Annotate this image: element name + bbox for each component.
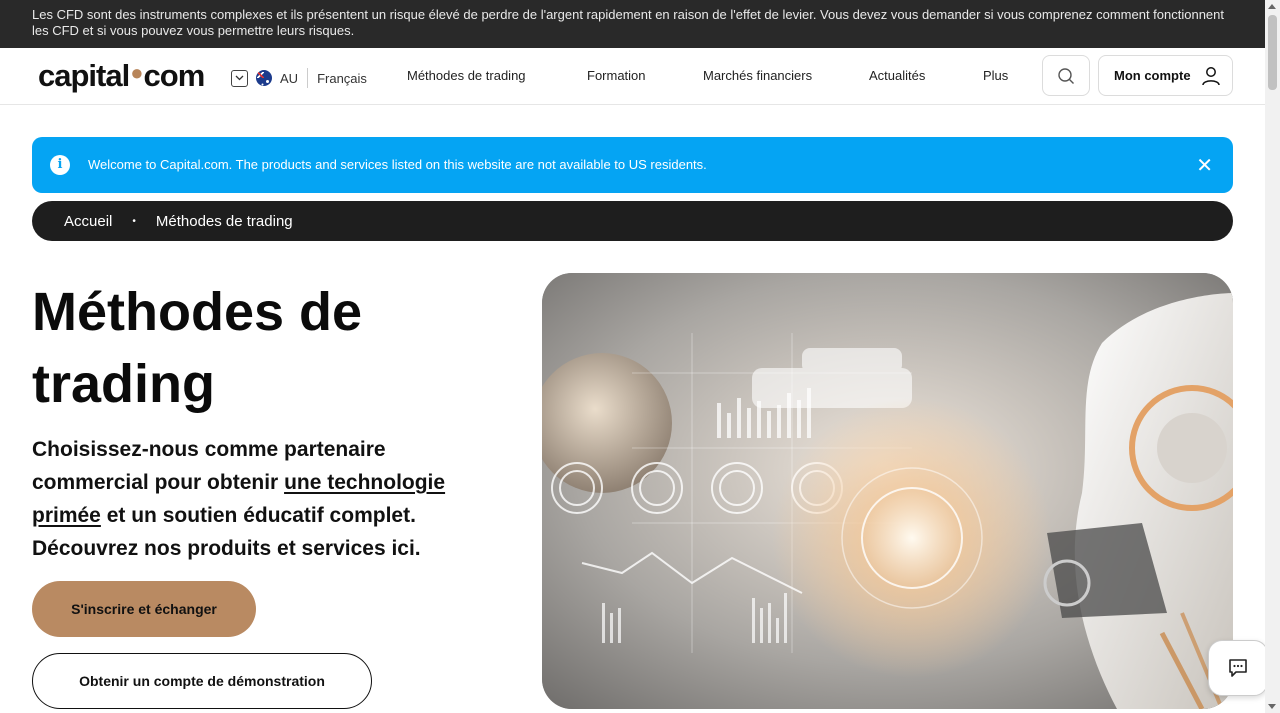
user-icon (1201, 66, 1220, 85)
logo[interactable]: capital●com (38, 58, 206, 94)
account-label: Mon compte (1114, 68, 1191, 83)
search-button[interactable] (1042, 55, 1090, 96)
demo-account-button[interactable]: Obtenir un compte de démonstration (32, 653, 372, 709)
us-residents-banner: i Welcome to Capital.com. The products a… (32, 137, 1233, 193)
risk-warning-bar: Les CFD sont des instruments complexes e… (0, 0, 1265, 48)
signup-button[interactable]: S'inscrire et échanger (32, 581, 256, 637)
account-button[interactable]: Mon compte (1098, 55, 1233, 96)
page-title: Méthodes de trading (32, 282, 363, 414)
info-icon: i (50, 155, 70, 175)
logo-dot: ● (130, 60, 143, 85)
language-selector[interactable]: Français (317, 71, 367, 86)
nav-formation[interactable]: Formation (587, 68, 646, 83)
scroll-thumb[interactable] (1268, 15, 1277, 90)
breadcrumb-home[interactable]: Accueil (64, 213, 112, 230)
hero-subtitle: Choisissez-nous comme partenaire commerc… (32, 433, 502, 565)
region-selector[interactable]: AU Français (231, 68, 367, 88)
breadcrumb-separator: • (132, 215, 136, 227)
scroll-down-icon[interactable] (1268, 704, 1276, 709)
chevron-down-icon[interactable] (231, 69, 248, 87)
chat-button[interactable] (1208, 640, 1268, 696)
nav-financial-markets[interactable]: Marchés financiers (703, 68, 812, 83)
breadcrumb: Accueil • Méthodes de trading (32, 201, 1233, 241)
hero-image (542, 273, 1233, 709)
breadcrumb-current: Méthodes de trading (155, 212, 293, 230)
divider (307, 68, 309, 88)
nav-news[interactable]: Actualités (869, 68, 925, 83)
nav-more[interactable]: Plus (983, 68, 1008, 83)
site-header: capital●com AU Français Méthodes de trad… (0, 48, 1265, 105)
logo-text-left: capital (38, 58, 130, 93)
risk-warning-text: Les CFD sont des instruments complexes e… (32, 7, 1224, 38)
region-code[interactable]: AU (280, 71, 298, 86)
australia-flag-icon (256, 70, 272, 86)
banner-message: Welcome to Capital.com. The products and… (88, 157, 707, 172)
close-icon[interactable]: ✕ (1196, 153, 1213, 178)
logo-text-right: com (143, 58, 206, 93)
scroll-up-icon[interactable] (1268, 4, 1276, 9)
page-scrollbar[interactable] (1265, 0, 1280, 713)
search-icon (1058, 67, 1074, 84)
chat-icon (1229, 659, 1247, 677)
nav-trading-methods[interactable]: Méthodes de trading (407, 68, 526, 83)
